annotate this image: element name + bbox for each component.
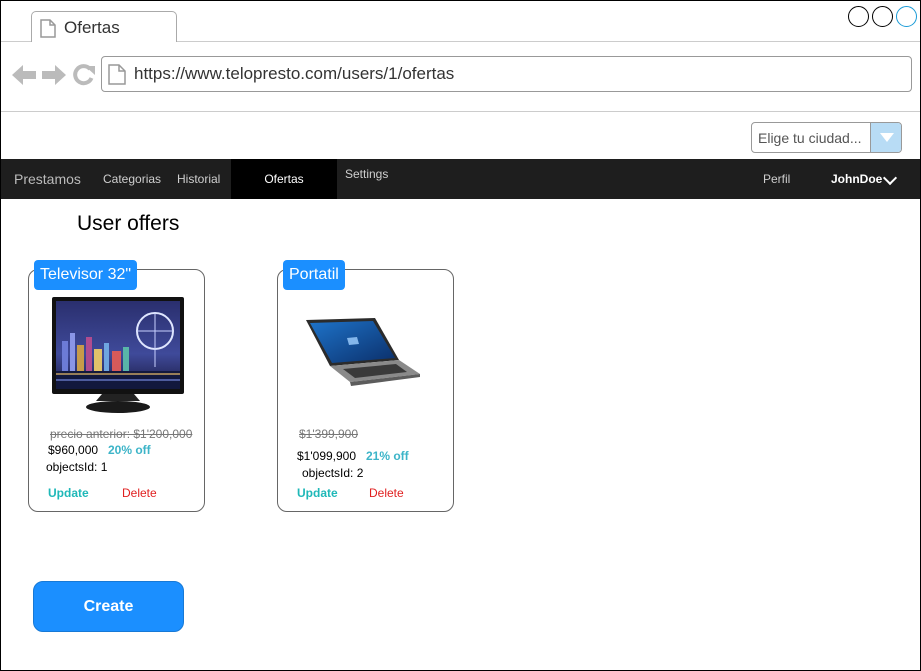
page-title: User offers bbox=[77, 212, 180, 235]
objects-id: objectsId: 1 bbox=[46, 460, 108, 474]
nav-item-historial[interactable]: Historial bbox=[177, 159, 220, 199]
city-select-value: Elige tu ciudad... bbox=[758, 130, 862, 146]
old-price: $1'399,900 bbox=[299, 427, 359, 441]
forward-arrow-icon[interactable] bbox=[41, 64, 67, 91]
reload-icon[interactable] bbox=[72, 64, 96, 91]
maximize-button[interactable] bbox=[872, 6, 893, 27]
city-select[interactable]: Elige tu ciudad... bbox=[751, 122, 902, 153]
update-link[interactable]: Update bbox=[297, 486, 338, 500]
close-button[interactable] bbox=[896, 6, 917, 27]
nav-item-ofertas[interactable]: Ofertas bbox=[231, 159, 337, 199]
page-icon bbox=[108, 64, 126, 90]
laptop-image bbox=[306, 318, 420, 386]
objects-id: objectsId: 2 bbox=[302, 466, 364, 480]
tab-title: Ofertas bbox=[64, 18, 120, 37]
price: $1'099,900 bbox=[297, 449, 357, 463]
offer-title: Televisor 32" bbox=[34, 260, 138, 290]
tv-image bbox=[52, 297, 184, 413]
back-arrow-icon[interactable] bbox=[11, 64, 37, 91]
nav-item-perfil[interactable]: Perfil bbox=[763, 159, 790, 199]
nav-brand[interactable]: Prestamos bbox=[14, 159, 81, 199]
chevron-down-icon[interactable] bbox=[882, 170, 898, 186]
offer-title: Portatil bbox=[283, 260, 345, 290]
price: $960,000 bbox=[48, 443, 99, 457]
delete-link[interactable]: Delete bbox=[369, 486, 404, 500]
delete-link[interactable]: Delete bbox=[122, 486, 157, 500]
browser-window: Ofertas Elige tu ciudad... bbox=[0, 0, 921, 671]
url-bar[interactable] bbox=[101, 56, 912, 92]
offer-card: Televisor 32" precio anterior: $1'200,00… bbox=[28, 260, 205, 512]
update-link[interactable]: Update bbox=[48, 486, 89, 500]
window-controls bbox=[848, 6, 917, 27]
page-icon bbox=[40, 19, 56, 43]
chevron-down-icon[interactable] bbox=[870, 123, 901, 152]
address-bar bbox=[1, 42, 920, 112]
nav-item-settings[interactable]: Settings bbox=[345, 154, 388, 194]
navbar: Prestamos Categorias Historial Ofertas S… bbox=[1, 159, 920, 199]
create-button[interactable]: Create bbox=[33, 581, 184, 632]
user-menu[interactable]: JohnDoe bbox=[831, 159, 882, 199]
offer-card: Portatil $1'399,900 $1'099,900 21% off o… bbox=[277, 260, 454, 512]
discount-badge: 21% off bbox=[366, 449, 409, 463]
browser-tab[interactable]: Ofertas bbox=[31, 11, 177, 42]
toolbar: Elige tu ciudad... bbox=[1, 112, 920, 159]
url-input[interactable] bbox=[134, 57, 894, 91]
minimize-button[interactable] bbox=[848, 6, 869, 27]
old-price: precio anterior: $1'200,000 bbox=[50, 427, 193, 441]
nav-item-categorias[interactable]: Categorias bbox=[103, 159, 161, 199]
discount-badge: 20% off bbox=[108, 443, 151, 457]
tab-bar: Ofertas bbox=[1, 1, 920, 42]
